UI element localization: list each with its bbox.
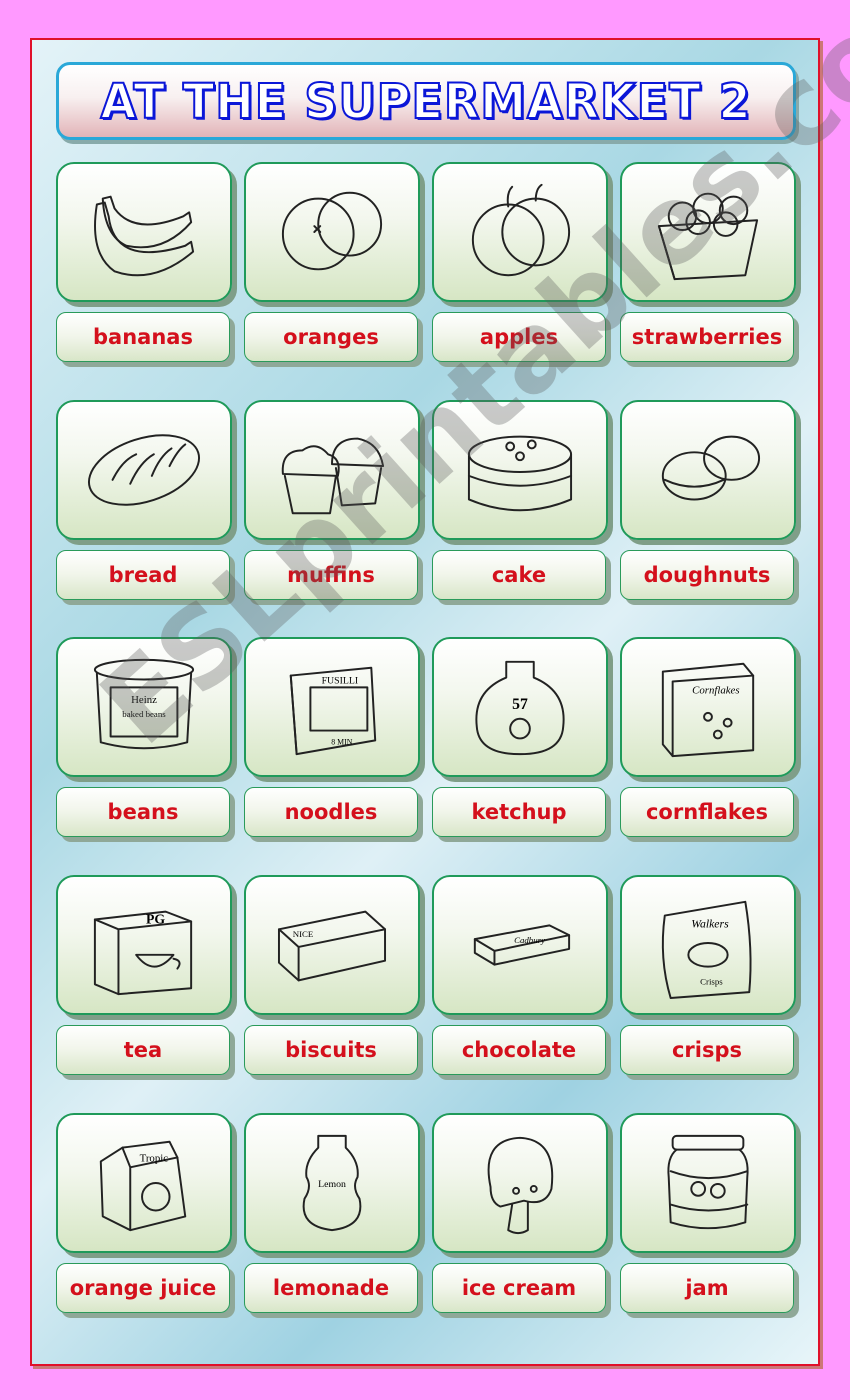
picture-card [620, 400, 796, 540]
word-label-text: bananas [93, 325, 193, 349]
word-label: cornflakes [620, 787, 794, 837]
word-label: muffins [244, 550, 418, 600]
word-label-text: crisps [671, 1038, 743, 1062]
word-label: bananas [56, 312, 230, 362]
word-label-text: beans [107, 800, 179, 824]
svg-text:PG: PG [146, 911, 165, 926]
word-label-text: biscuits [285, 1038, 377, 1062]
oranges-icon [281, 191, 383, 271]
picture-card: 57 [432, 637, 608, 777]
word-label-text: ice cream [461, 1276, 577, 1300]
juice-carton-icon: Tropic [99, 1140, 187, 1232]
bread-icon [87, 434, 201, 506]
picture-card: NICE [244, 875, 420, 1015]
tea-box-icon: PG [93, 910, 193, 996]
word-label-text: lemonade [272, 1276, 390, 1300]
word-label-text: apples [479, 325, 559, 349]
svg-text:Cornflakes: Cornflakes [692, 684, 739, 696]
word-label: cake [432, 550, 606, 600]
cake-icon [467, 435, 573, 512]
word-label: lemonade [244, 1263, 418, 1313]
strawberries-icon [657, 192, 759, 281]
word-label-text: oranges [283, 325, 379, 349]
svg-text:Cadbury: Cadbury [514, 935, 545, 945]
cornflakes-box-icon: Cornflakes [661, 662, 755, 758]
word-label: orange juice [56, 1263, 230, 1313]
word-label-text: noodles [284, 800, 378, 824]
word-label-text: strawberries [631, 325, 783, 349]
ice-cream-icon [487, 1136, 554, 1235]
word-label: ice cream [432, 1263, 606, 1313]
word-label: jam [620, 1263, 794, 1313]
apples-icon [471, 183, 571, 277]
word-label: oranges [244, 312, 418, 362]
biscuits-pack-icon: NICE [277, 910, 387, 982]
word-label: strawberries [620, 312, 794, 362]
word-label-text: ketchup [471, 800, 567, 824]
bananas-icon [94, 195, 195, 277]
word-label-text: chocolate [461, 1038, 577, 1062]
svg-text:NICE: NICE [293, 929, 314, 939]
svg-text:8 MIN: 8 MIN [331, 737, 352, 746]
picture-card [432, 162, 608, 302]
picture-card [244, 162, 420, 302]
svg-text:FUSILLI: FUSILLI [322, 675, 359, 686]
picture-card: Heinz baked beans [56, 637, 232, 777]
picture-card [432, 400, 608, 540]
noodles-box-icon: FUSILLI 8 MIN [289, 666, 377, 756]
word-label-text: cake [491, 563, 547, 587]
word-label: doughnuts [620, 550, 794, 600]
word-label: apples [432, 312, 606, 362]
word-label: ketchup [432, 787, 606, 837]
picture-card: Cadbury [432, 875, 608, 1015]
word-label-text: orange juice [69, 1276, 217, 1300]
word-label: chocolate [432, 1025, 606, 1075]
doughnuts-icon [661, 435, 761, 501]
lemonade-bottle-icon: Lemon [302, 1134, 362, 1232]
word-label-text: cornflakes [645, 800, 769, 824]
jam-jar-icon [667, 1134, 749, 1230]
word-label: crisps [620, 1025, 794, 1075]
picture-card: FUSILLI 8 MIN [244, 637, 420, 777]
word-label-text: tea [123, 1038, 163, 1062]
svg-text:baked beans: baked beans [122, 709, 166, 719]
title-banner: AT THE SUPERMARKET 2 [56, 62, 796, 140]
picture-card: Walkers Crisps [620, 875, 796, 1015]
picture-card [432, 1113, 608, 1253]
word-label: biscuits [244, 1025, 418, 1075]
page-title: AT THE SUPERMARKET 2 [99, 72, 752, 131]
picture-card [56, 400, 232, 540]
word-label-text: bread [108, 563, 178, 587]
muffins-icon [281, 437, 385, 515]
chocolate-bar-icon: Cadbury [473, 924, 571, 966]
picture-card: Tropic [56, 1113, 232, 1253]
word-label: bread [56, 550, 230, 600]
svg-text:Lemon: Lemon [318, 1179, 346, 1190]
word-label-text: doughnuts [643, 563, 771, 587]
ketchup-bottle-icon: 57 [475, 660, 565, 756]
svg-text:Walkers: Walkers [691, 917, 729, 930]
picture-card [620, 162, 796, 302]
svg-text:Heinz: Heinz [131, 694, 157, 706]
picture-card: Cornflakes [620, 637, 796, 777]
word-label: tea [56, 1025, 230, 1075]
crisps-bag-icon: Walkers Crisps [661, 900, 752, 1000]
word-label: beans [56, 787, 230, 837]
beans-can-icon: Heinz baked beans [93, 658, 195, 750]
picture-card [620, 1113, 796, 1253]
word-label-text: muffins [287, 563, 375, 587]
word-label: noodles [244, 787, 418, 837]
picture-card: Lemon [244, 1113, 420, 1253]
picture-card [244, 400, 420, 540]
picture-card: PG [56, 875, 232, 1015]
word-label-text: jam [685, 1276, 729, 1300]
svg-text:Crisps: Crisps [700, 976, 723, 986]
picture-card [56, 162, 232, 302]
svg-text:Tropic: Tropic [140, 1152, 169, 1164]
svg-text:57: 57 [512, 696, 528, 713]
